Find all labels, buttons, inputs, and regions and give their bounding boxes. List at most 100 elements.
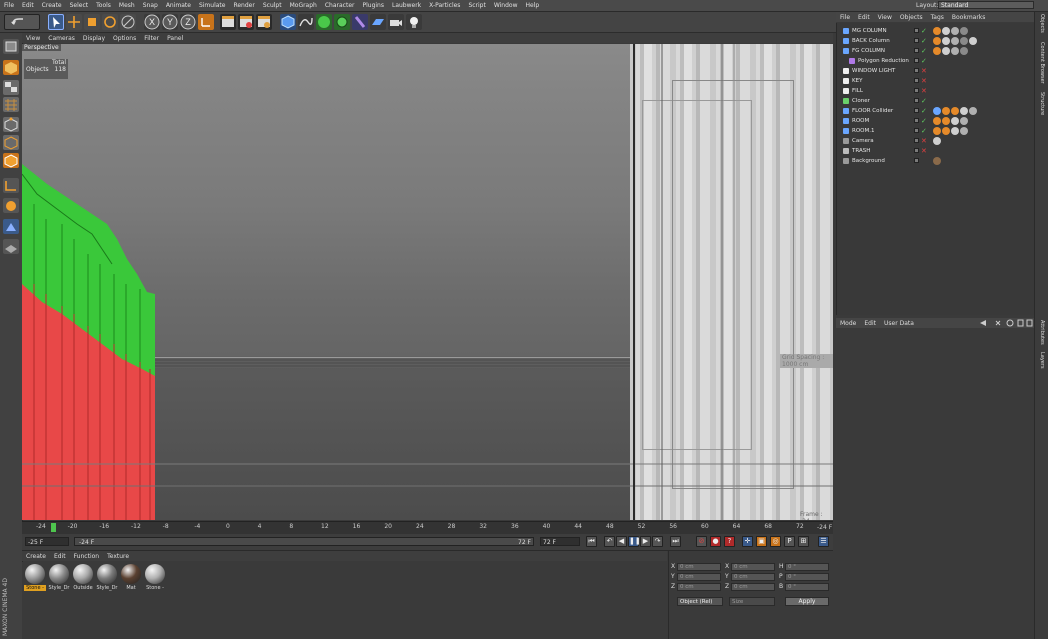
coord-value-field[interactable]: 0 ° <box>785 583 829 591</box>
object-name[interactable]: Background <box>852 156 885 166</box>
record-rotation-button[interactable]: ◎ <box>770 536 781 547</box>
floor-button[interactable] <box>370 14 386 30</box>
keyframe-selection-button[interactable]: ? <box>724 536 735 547</box>
object-tag-icon[interactable] <box>969 37 977 45</box>
record-pla-button[interactable]: ⊞ <box>798 536 809 547</box>
object-row[interactable]: KEY ✕ <box>837 76 1035 86</box>
object-name[interactable]: FLOOR Collider <box>852 106 893 116</box>
object-tag-icon[interactable] <box>933 117 941 125</box>
object-tag-icon[interactable] <box>933 107 941 115</box>
array-button[interactable] <box>334 14 350 30</box>
timeline-ruler[interactable]: -24 -20 -16 -12 -8 -4 0 4 8 12 16 20 24 28 32 36 40 44 48 5… <box>22 521 833 534</box>
x-axis-button[interactable]: X <box>144 14 160 30</box>
polygons-mode-button[interactable] <box>3 153 19 168</box>
menu-plugins[interactable]: Plugins <box>358 0 388 11</box>
next-frame-button[interactable]: ▶ <box>640 536 651 547</box>
menu-script[interactable]: Script <box>464 0 489 11</box>
object-row[interactable]: ROOM ✓ <box>837 116 1035 126</box>
scale-tool-button[interactable] <box>84 14 100 30</box>
workplane-mode-button[interactable] <box>3 97 19 112</box>
coord-value-field[interactable]: 0 cm <box>677 573 721 581</box>
object-tag-icon[interactable] <box>942 27 950 35</box>
object-tag-icon[interactable] <box>942 47 950 55</box>
visibility-dots[interactable] <box>914 78 919 83</box>
object-row[interactable]: Camera ✕ <box>837 136 1035 146</box>
model-mode-button[interactable] <box>3 60 19 75</box>
object-tag-icon[interactable] <box>942 107 950 115</box>
visibility-dots[interactable] <box>914 148 919 153</box>
visibility-dots[interactable] <box>914 38 919 43</box>
menu-create[interactable]: Create <box>38 0 66 11</box>
object-row[interactable]: ROOM.1 ✓ <box>837 126 1035 136</box>
viewport-menu-options[interactable]: Options <box>109 35 140 42</box>
side-tab-layers[interactable]: Layers <box>1037 352 1046 369</box>
material-swatch[interactable]: Mat <box>120 564 142 591</box>
coord-value-field[interactable]: 0 cm <box>731 563 775 571</box>
object-name[interactable]: ROOM <box>852 116 869 126</box>
coord-value-field[interactable]: 0 cm <box>677 563 721 571</box>
object-row[interactable]: MG COLUMN ✓ <box>837 26 1035 36</box>
menu-help[interactable]: Help <box>522 0 544 11</box>
attr-menu-user-data[interactable]: User Data <box>880 320 918 327</box>
end-frame-field[interactable]: 72 F <box>540 537 580 546</box>
visibility-dots[interactable] <box>914 58 919 63</box>
menu-mesh[interactable]: Mesh <box>115 0 139 11</box>
object-tag-icon[interactable] <box>960 47 968 55</box>
side-tab-structure[interactable]: Structure <box>1037 92 1046 115</box>
enabled-toggle[interactable]: ✕ <box>921 136 927 146</box>
record-scale-button[interactable]: ▣ <box>756 536 767 547</box>
visibility-dots[interactable] <box>914 68 919 73</box>
menu-render[interactable]: Render <box>229 0 258 11</box>
texture-mode-button[interactable] <box>3 80 19 95</box>
start-frame-field[interactable]: -25 F <box>25 537 69 546</box>
y-axis-button[interactable]: Y <box>162 14 178 30</box>
snap-button[interactable] <box>3 219 19 234</box>
object-name[interactable]: Polygon Reduction <box>858 56 909 66</box>
om-menu-view[interactable]: View <box>874 14 896 21</box>
object-tag-icon[interactable] <box>960 127 968 135</box>
locked-workplane-button[interactable] <box>3 239 19 254</box>
enabled-toggle[interactable]: ✕ <box>921 66 927 76</box>
object-tag-icon[interactable] <box>951 27 959 35</box>
coord-value-field[interactable]: 0 cm <box>677 583 721 591</box>
object-row[interactable]: BACK Column ✓ <box>837 36 1035 46</box>
menu-x-particles[interactable]: X-Particles <box>425 0 464 11</box>
object-tag-icon[interactable] <box>960 37 968 45</box>
object-tag-icon[interactable] <box>960 117 968 125</box>
coord-value-field[interactable]: 0 ° <box>785 573 829 581</box>
make-editable-button[interactable] <box>3 39 19 54</box>
om-menu-tags[interactable]: Tags <box>927 14 948 21</box>
material-menu-texture[interactable]: Texture <box>103 553 133 560</box>
visibility-dots[interactable] <box>914 88 919 93</box>
coord-value-field[interactable]: 0 cm <box>731 573 775 581</box>
object-row[interactable]: FILL ✕ <box>837 86 1035 96</box>
enabled-toggle[interactable]: ✓ <box>921 36 927 46</box>
menu-sculpt[interactable]: Sculpt <box>259 0 286 11</box>
material-menu-edit[interactable]: Edit <box>50 553 70 560</box>
object-row[interactable]: Background <box>837 156 1035 166</box>
enabled-toggle[interactable]: ✓ <box>921 46 927 56</box>
attr-menu-edit[interactable]: Edit <box>860 320 880 327</box>
previous-key-button[interactable]: ↶ <box>604 536 615 547</box>
apply-button[interactable]: Apply <box>785 597 829 606</box>
visibility-dots[interactable] <box>914 158 919 163</box>
object-tag-icon[interactable] <box>951 37 959 45</box>
record-parameter-button[interactable]: P <box>784 536 795 547</box>
attributes-nav-icons[interactable] <box>974 318 1034 328</box>
edges-mode-button[interactable] <box>3 135 19 150</box>
deformer-button[interactable] <box>352 14 368 30</box>
attr-menu-mode[interactable]: Mode <box>836 320 860 327</box>
previous-frame-button[interactable]: ◀ <box>616 536 627 547</box>
render-settings-button[interactable] <box>256 14 272 30</box>
object-name[interactable]: Cloner <box>852 96 870 106</box>
axis-mode-button[interactable] <box>3 178 19 193</box>
next-key-button[interactable]: ↷ <box>652 536 663 547</box>
enabled-toggle[interactable]: ✕ <box>921 86 927 96</box>
enabled-toggle[interactable]: ✓ <box>921 126 927 136</box>
range-slider[interactable]: -24 F 72 F <box>74 537 534 546</box>
material-menu-function[interactable]: Function <box>70 553 104 560</box>
object-tag-icon[interactable] <box>942 37 950 45</box>
menu-animate[interactable]: Animate <box>162 0 195 11</box>
render-view-button[interactable] <box>220 14 236 30</box>
visibility-dots[interactable] <box>914 98 919 103</box>
